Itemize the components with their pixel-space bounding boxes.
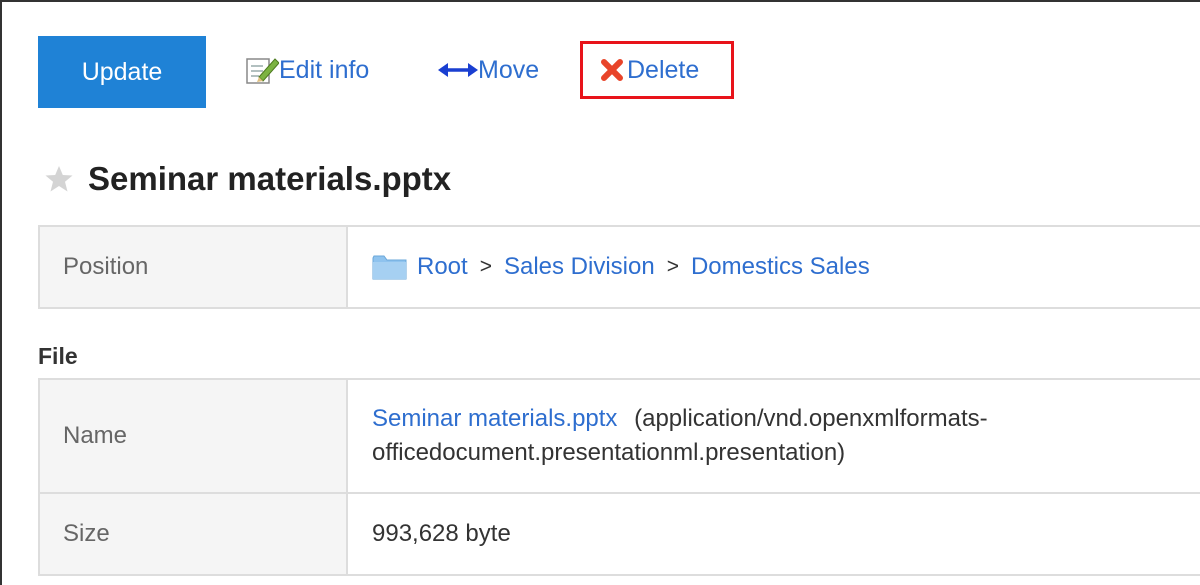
edit-pencil-icon <box>246 58 279 84</box>
page-title: Seminar materials.pptx <box>88 160 452 197</box>
file-table: Name Seminar materials.pptx (application… <box>38 378 1200 576</box>
file-download-link[interactable]: Seminar materials.pptx <box>372 405 617 432</box>
move-link[interactable]: Move <box>438 52 539 88</box>
update-button[interactable]: Update <box>38 36 206 108</box>
breadcrumb: Root > Sales Division > Domestics Sales <box>372 253 1200 281</box>
move-label: Move <box>478 56 540 84</box>
star-icon[interactable] <box>44 164 74 194</box>
table-row: Size 993,628 byte <box>38 492 1200 576</box>
breadcrumb-root[interactable]: Root <box>417 253 468 281</box>
edit-info-label: Edit info <box>279 56 370 84</box>
name-header: Name <box>38 378 348 494</box>
folder-icon <box>372 255 407 280</box>
mime-type-line2: officedocument.presentationml.presentati… <box>372 439 846 466</box>
breadcrumb-separator: > <box>666 255 679 278</box>
position-table: Position Root > Sales Division > Domesti… <box>38 225 1200 309</box>
position-header: Position <box>38 225 348 309</box>
size-header: Size <box>38 492 348 576</box>
title-row: Seminar materials.pptx <box>44 160 451 198</box>
delete-label: Delete <box>627 56 700 84</box>
mime-type-line1: (application/vnd.openxmlformats- <box>634 405 988 432</box>
size-value: 993,628 byte <box>346 492 1200 576</box>
table-row: Name Seminar materials.pptx (application… <box>38 378 1200 494</box>
name-value: Seminar materials.pptx (application/vnd.… <box>346 378 1200 494</box>
position-value: Root > Sales Division > Domestics Sales <box>346 225 1200 309</box>
breadcrumb-domestics-sales[interactable]: Domestics Sales <box>691 253 870 281</box>
toolbar: Update <box>38 36 206 108</box>
delete-link[interactable]: Delete <box>580 41 734 99</box>
position-row: Position Root > Sales Division > Domesti… <box>38 225 1200 309</box>
edit-info-link[interactable]: Edit info <box>245 52 369 88</box>
breadcrumb-separator: > <box>479 255 492 278</box>
breadcrumb-sales-division[interactable]: Sales Division <box>504 253 655 281</box>
horizontal-arrows-icon <box>438 63 478 77</box>
red-x-icon <box>601 59 623 81</box>
file-section-label: File <box>38 343 78 369</box>
